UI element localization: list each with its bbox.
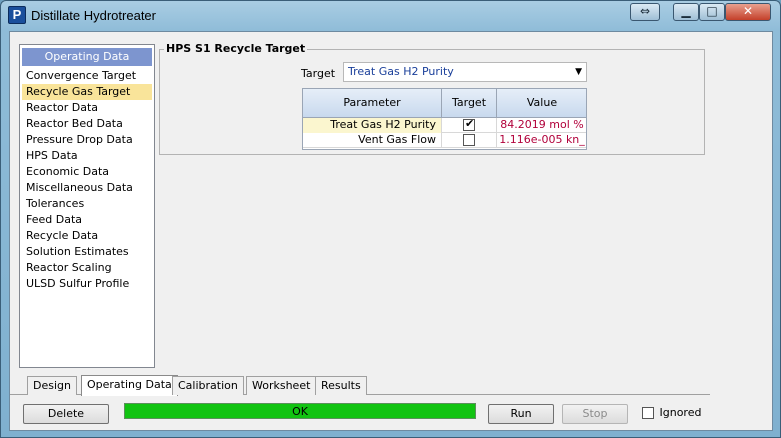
resize-arrows-button[interactable]: ⇔ (630, 3, 660, 21)
column-header-parameter[interactable]: Parameter (303, 89, 442, 117)
nav-item-convergence-target[interactable]: Convergence Target (22, 68, 152, 84)
delete-button[interactable]: Delete (23, 404, 109, 424)
table-row: Vent Gas Flow 1.116e-005 kn_ (303, 133, 586, 148)
nav-item-reactor-bed-data[interactable]: Reactor Bed Data (22, 116, 152, 132)
nav-item-pressure-drop-data[interactable]: Pressure Drop Data (22, 132, 152, 148)
target-grid: Parameter Target Value Treat Gas H2 Puri… (302, 88, 587, 150)
tab-design[interactable]: Design (27, 376, 77, 395)
nav-item-reactor-data[interactable]: Reactor Data (22, 100, 152, 116)
grid-header: Parameter Target Value (303, 89, 586, 118)
nav-item-feed-data[interactable]: Feed Data (22, 212, 152, 228)
parameter-cell[interactable]: Treat Gas H2 Purity (303, 118, 442, 133)
recycle-target-group: HPS S1 Recycle Target Target Treat Gas H… (159, 42, 705, 155)
status-bar: OK (124, 403, 476, 419)
nav-item-recycle-gas-target[interactable]: Recycle Gas Target (22, 84, 152, 100)
checkmark-icon: ✔ (465, 117, 475, 130)
maximize-button[interactable]: □ (699, 3, 725, 21)
nav-item-hps-data[interactable]: HPS Data (22, 148, 152, 164)
target-dropdown-value: Treat Gas H2 Purity (348, 65, 454, 78)
group-title: HPS S1 Recycle Target (164, 42, 308, 55)
target-cell (442, 133, 497, 148)
target-dropdown[interactable]: Treat Gas H2 Purity ▼ (343, 62, 587, 82)
close-button[interactable]: ✕ (725, 3, 771, 21)
column-header-target[interactable]: Target (442, 89, 497, 117)
target-checkbox[interactable] (463, 134, 475, 146)
tab-calibration[interactable]: Calibration (172, 376, 244, 395)
stop-button[interactable]: Stop (562, 404, 628, 424)
title-bar[interactable]: P Distillate Hydrotreater ⇔ ▁ □ ✕ (1, 1, 780, 31)
parameter-cell[interactable]: Vent Gas Flow (303, 133, 442, 148)
ignored-checkbox[interactable] (642, 407, 654, 419)
run-button[interactable]: Run (488, 404, 554, 424)
table-row: Treat Gas H2 Purity ✔ 84.2019 mol % (303, 117, 587, 133)
target-cell: ✔ (442, 117, 497, 133)
ignored-option[interactable]: Ignored (642, 406, 701, 419)
ignored-label: Ignored (659, 406, 702, 419)
nav-item-economic-data[interactable]: Economic Data (22, 164, 152, 180)
target-checkbox[interactable]: ✔ (463, 117, 475, 131)
chevron-down-icon[interactable]: ▼ (575, 63, 582, 81)
nav-item-ulsd-sulfur-profile[interactable]: ULSD Sulfur Profile (22, 276, 152, 292)
app-window: P Distillate Hydrotreater ⇔ ▁ □ ✕ Operat… (0, 0, 781, 438)
value-cell[interactable]: 1.116e-005 kn_ (497, 133, 587, 148)
tab-results[interactable]: Results (315, 376, 367, 395)
nav-item-reactor-scaling[interactable]: Reactor Scaling (22, 260, 152, 276)
nav-item-miscellaneous-data[interactable]: Miscellaneous Data (22, 180, 152, 196)
tab-operating-data[interactable]: Operating Data (81, 375, 178, 396)
nav-item-tolerances[interactable]: Tolerances (22, 196, 152, 212)
tab-worksheet[interactable]: Worksheet (246, 376, 317, 395)
column-header-value[interactable]: Value (497, 89, 587, 117)
app-logo-icon: P (8, 6, 26, 24)
nav-item-solution-estimates[interactable]: Solution Estimates (22, 244, 152, 260)
window-title: Distillate Hydrotreater (31, 8, 156, 23)
operating-data-nav: Operating Data Convergence Target Recycl… (19, 44, 155, 368)
nav-item-recycle-data[interactable]: Recycle Data (22, 228, 152, 244)
target-label: Target (301, 67, 336, 80)
minimize-button[interactable]: ▁ (673, 3, 699, 21)
nav-header: Operating Data (22, 48, 152, 66)
client-area: Operating Data Convergence Target Recycl… (9, 31, 773, 431)
value-cell[interactable]: 84.2019 mol % (497, 118, 587, 133)
